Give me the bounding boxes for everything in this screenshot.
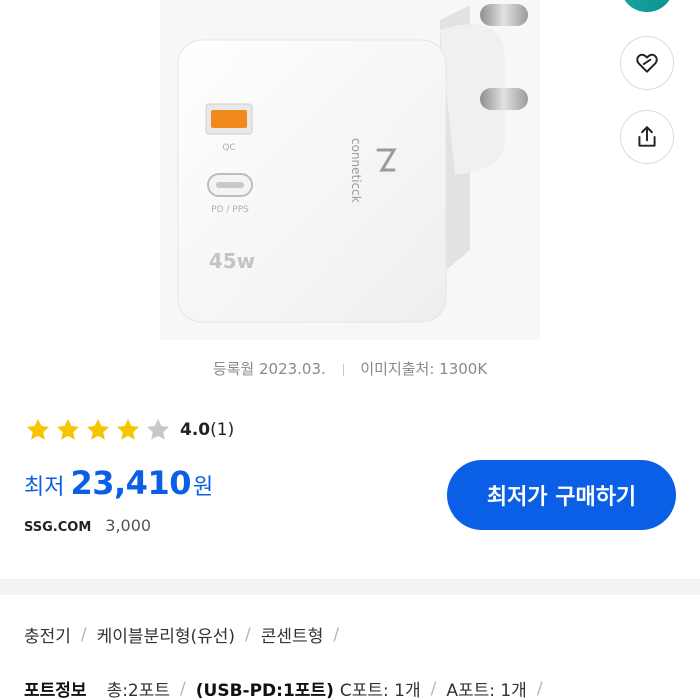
category-item[interactable]: 콘센트형	[261, 622, 324, 647]
port-a: A포트: 1개	[446, 681, 527, 700]
star-filled-icon	[116, 418, 140, 440]
divider	[342, 363, 344, 376]
separator: /	[430, 678, 437, 699]
price-unit: 원	[192, 475, 214, 500]
star-filled-icon	[56, 418, 80, 440]
port-c: C포트: 1개	[339, 681, 421, 700]
product-image[interactable]: QC PD / PPS 45w conneticck	[0, 0, 700, 345]
separator: /	[80, 624, 87, 645]
star-filled-icon	[86, 418, 110, 440]
svg-text:45w: 45w	[209, 249, 255, 273]
separator: /	[333, 624, 340, 645]
separator: /	[536, 678, 543, 699]
star-empty-icon	[146, 418, 170, 440]
share-button[interactable]	[620, 110, 674, 164]
svg-text:QC: QC	[222, 143, 235, 153]
separator: /	[245, 624, 251, 645]
port-info-label: 포트정보	[24, 681, 87, 700]
seller-name: SSG.COM	[24, 520, 92, 535]
buy-lowest-price-button[interactable]: 최저가 구매하기	[447, 460, 676, 530]
category-item[interactable]: 충전기	[24, 622, 71, 647]
port-total: 총:2포트	[106, 681, 171, 700]
price-prefix: 최저	[24, 475, 65, 500]
image-source: 이미지출처: 1300K	[360, 360, 488, 378]
svg-text:PD / PPS: PD / PPS	[211, 205, 249, 215]
review-count[interactable]: (1)	[210, 420, 234, 440]
lowest-price: 최저 23,410 원	[24, 464, 213, 502]
charger-illustration: QC PD / PPS 45w conneticck	[160, 0, 540, 340]
seller-info: SSG.COM 3,000	[24, 516, 151, 535]
heart-icon	[636, 53, 658, 73]
category-item[interactable]: 케이블분리형(유선)	[97, 622, 235, 647]
share-icon	[638, 126, 656, 147]
star-filled-icon	[26, 418, 50, 440]
shipping-fee: 3,000	[105, 516, 152, 535]
port-info: 포트정보 총:2포트 / (USB-PD:1포트) C포트: 1개 / A포트:…	[24, 676, 553, 700]
category-breadcrumb: 충전기 / 케이블분리형(유선) / 콘센트형 /	[24, 622, 349, 648]
price-value: 23,410	[70, 464, 191, 502]
port-usb-pd: (USB-PD:1포트)	[195, 681, 334, 700]
registration-date: 등록월 2023.03.	[212, 360, 326, 378]
registration-info: 등록월 2023.03. 이미지출처: 1300K	[0, 358, 700, 379]
rating[interactable]: 4.0 (1)	[24, 416, 234, 444]
separator: /	[180, 678, 186, 699]
svg-text:conneticck: conneticck	[349, 138, 363, 203]
wishlist-button[interactable]	[620, 36, 674, 90]
section-divider	[0, 579, 700, 595]
star-rating	[24, 416, 172, 444]
rating-score: 4.0	[180, 420, 211, 440]
